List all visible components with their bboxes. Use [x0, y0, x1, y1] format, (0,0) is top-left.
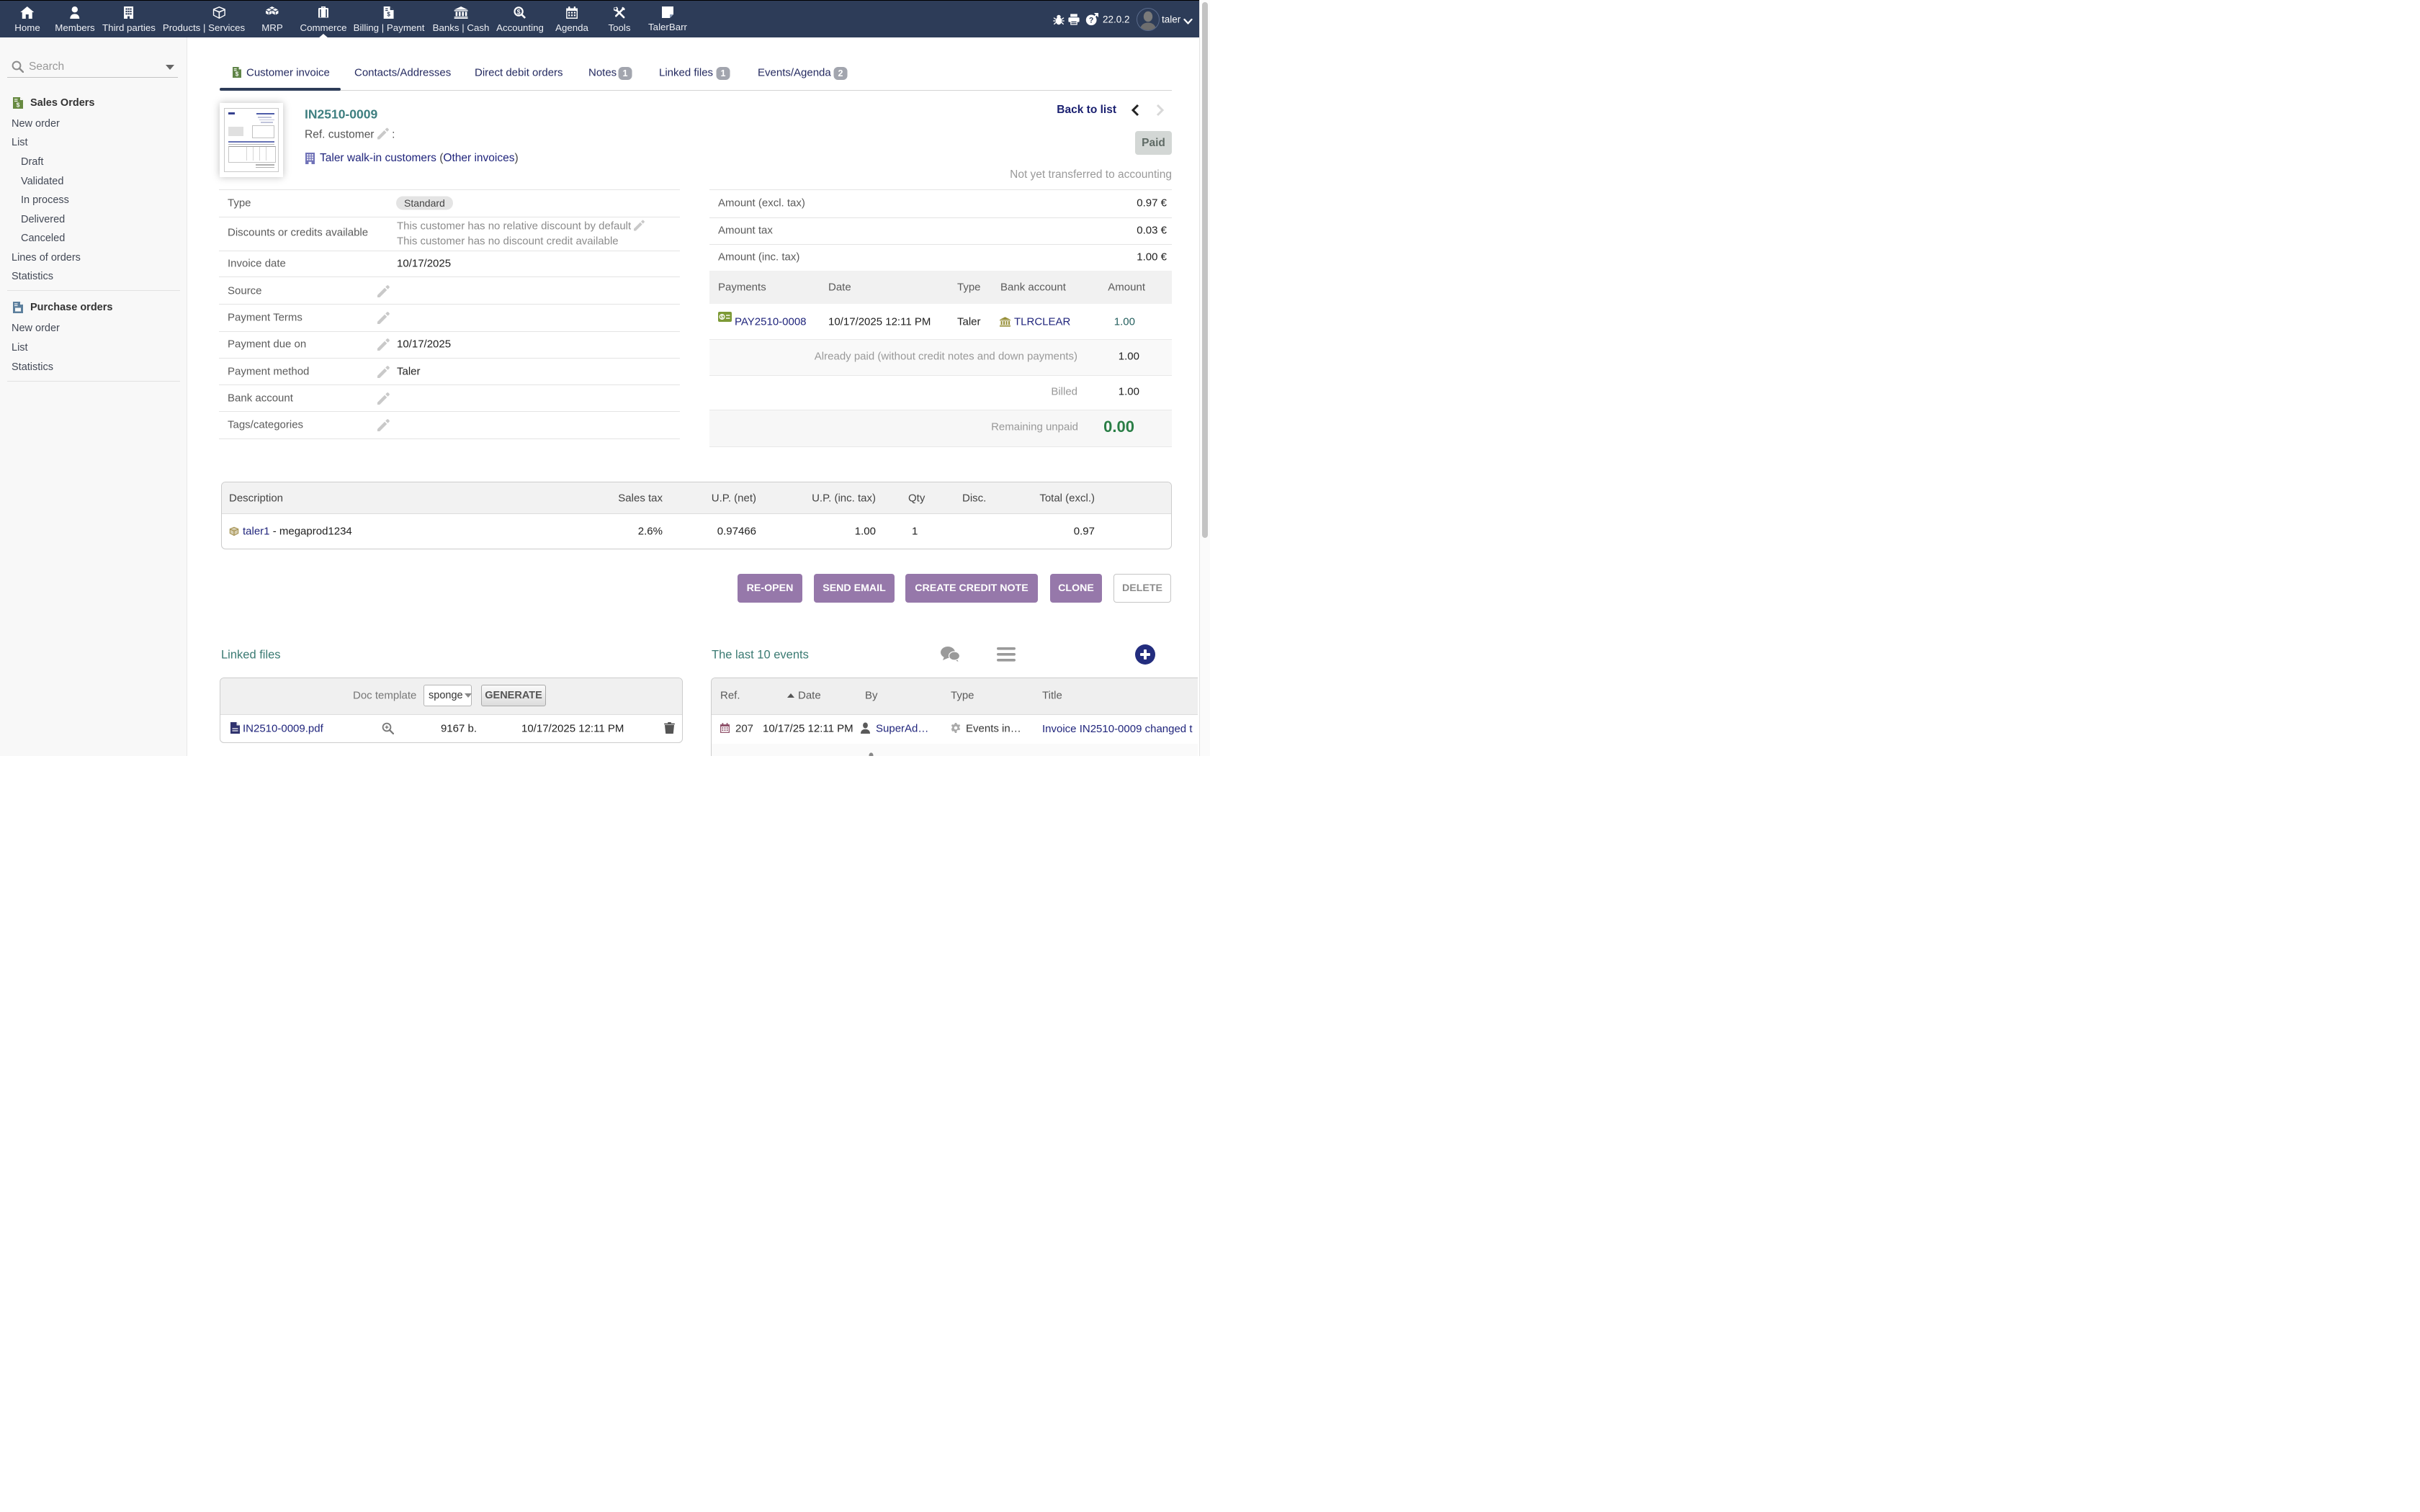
svg-text:$: $	[236, 71, 239, 78]
svg-text:$: $	[387, 12, 391, 18]
svg-text:$: $	[721, 315, 724, 320]
svg-text:?: ?	[1089, 17, 1094, 25]
svg-text:$: $	[17, 102, 20, 109]
svg-text:$: $	[517, 8, 521, 15]
